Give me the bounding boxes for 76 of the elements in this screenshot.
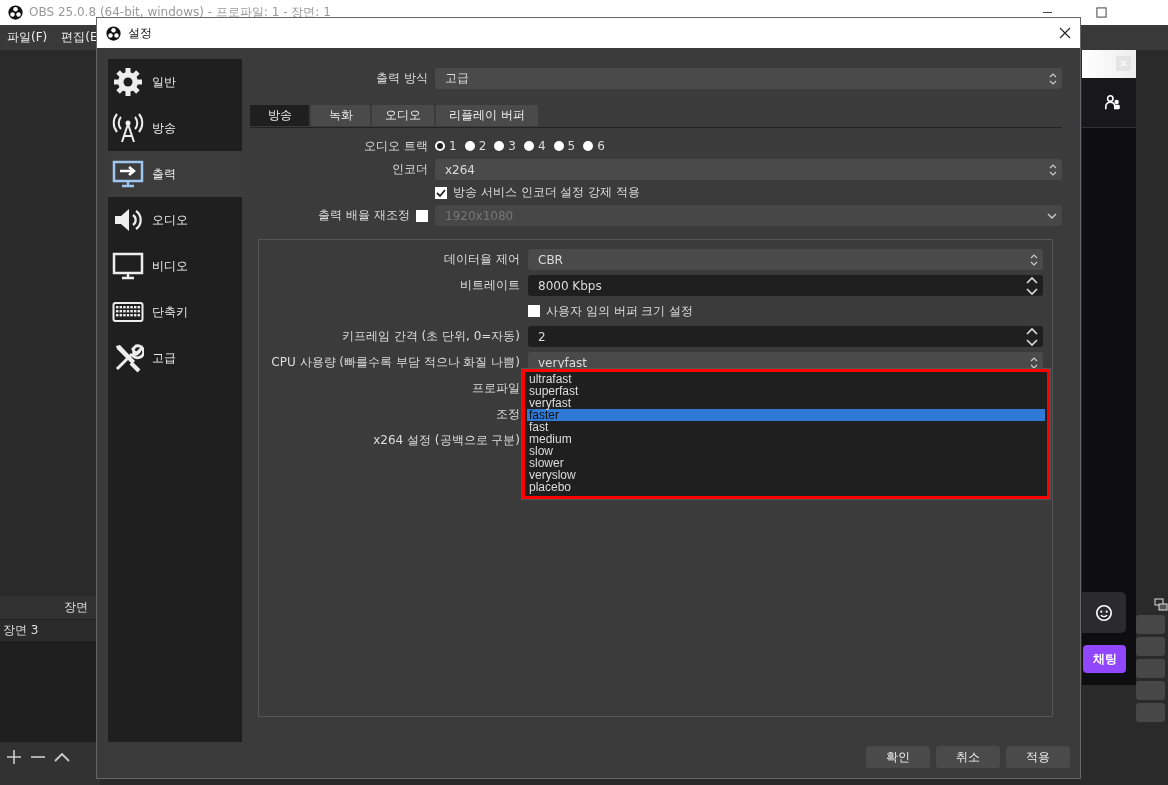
dialog-button[interactable]: 적용 — [1006, 746, 1070, 768]
control-field[interactable] — [1136, 703, 1165, 722]
dropdown-option[interactable]: veryfast — [527, 397, 1045, 409]
dialog-button[interactable]: 확인 — [866, 746, 930, 768]
tab[interactable]: 방송 — [250, 105, 309, 126]
close-icon[interactable] — [1059, 27, 1071, 39]
dropdown-option[interactable]: veryslow — [527, 469, 1045, 481]
stepper-arrows-icon[interactable] — [1025, 325, 1039, 348]
gear-icon — [112, 66, 144, 98]
menu-item[interactable]: 파일(F) — [7, 29, 48, 46]
field-label: 프로파일 — [471, 380, 520, 397]
smiley-icon — [1095, 603, 1113, 622]
control-field[interactable] — [1136, 681, 1165, 700]
maximize-icon[interactable] — [1096, 7, 1107, 18]
control-field[interactable] — [1136, 637, 1165, 656]
sidebar-item[interactable]: 오디오 — [108, 197, 242, 243]
dropdown-option[interactable]: ultrafast — [527, 373, 1045, 385]
obs-logo-icon — [106, 25, 121, 41]
control-field[interactable] — [1136, 659, 1165, 678]
up-down-arrows-icon — [1029, 252, 1039, 267]
menu-item[interactable]: 편집(E — [61, 29, 98, 46]
field-label: CPU 사용량 (빠를수록 부담 적으나 화질 나쁨) — [270, 354, 520, 371]
select-field[interactable]: CBR — [528, 249, 1043, 270]
dropdown-option[interactable]: slower — [527, 457, 1045, 469]
dropdown-option[interactable]: superfast — [527, 385, 1045, 397]
number-field[interactable]: 8000 Kbps — [528, 275, 1043, 296]
sidebar-item[interactable]: 방송 — [108, 105, 242, 151]
checkbox[interactable]: 방송 서비스 인코더 설정 강제 적용 — [435, 184, 641, 201]
chat-button[interactable]: 채팅 — [1083, 645, 1126, 673]
users-icon[interactable] — [1104, 93, 1122, 112]
undock-icon[interactable] — [1154, 598, 1168, 612]
control-field[interactable] — [1136, 615, 1165, 634]
field-label: x264 설정 (공백으로 구분) — [372, 432, 520, 449]
tab[interactable]: 오디오 — [372, 105, 434, 126]
radio-button[interactable]: 5 — [553, 139, 576, 153]
radio-button[interactable]: 1 — [435, 139, 457, 153]
select-field[interactable]: x264 — [435, 159, 1062, 180]
up-down-arrows-icon — [1048, 162, 1058, 177]
field-label: 키프레임 간격 (초 단위, 0=자동) — [340, 328, 520, 345]
obs-logo-icon — [8, 5, 23, 20]
dropdown-option[interactable]: slow — [527, 445, 1045, 457]
add-icon[interactable] — [6, 749, 22, 765]
field-label: 데이터율 제어 — [443, 251, 520, 268]
sidebar-item[interactable]: 비디오 — [108, 243, 242, 289]
radio-button[interactable]: 6 — [583, 139, 605, 153]
dialog-title: 설정 — [128, 24, 152, 42]
field-label: 출력 방식 — [375, 70, 428, 87]
dropdown-option[interactable]: faster — [527, 409, 1045, 421]
field-label: 조정 — [495, 406, 520, 423]
emoji-button[interactable] — [1082, 592, 1126, 633]
radio-button[interactable]: 2 — [464, 139, 487, 153]
sidebar-item[interactable]: 일반 — [108, 59, 242, 105]
monitor-icon — [112, 250, 144, 282]
chevron-down-icon — [1046, 211, 1058, 220]
radio-button[interactable]: 3 — [494, 139, 516, 153]
monitor-arrow-icon — [112, 158, 144, 190]
dialog-button[interactable]: 취소 — [936, 746, 1000, 768]
checkbox[interactable]: 사용자 임의 버퍼 크기 설정 — [528, 302, 694, 320]
sidebar-item[interactable]: 출력 — [108, 151, 242, 197]
antenna-icon — [112, 112, 144, 144]
up-down-arrows-icon — [1048, 71, 1058, 86]
number-field[interactable]: 2 — [528, 326, 1043, 347]
dropdown-option[interactable]: placebo — [527, 481, 1045, 493]
select-field[interactable]: 고급 — [435, 68, 1062, 89]
radio-button[interactable]: 4 — [523, 139, 546, 153]
dropdown-option[interactable]: medium — [527, 433, 1045, 445]
up-down-arrows-icon — [1029, 355, 1039, 370]
sidebar-item[interactable]: 고급 — [108, 335, 242, 381]
tab[interactable]: 녹화 — [311, 105, 370, 126]
tab[interactable]: 리플레이 버퍼 — [436, 105, 538, 126]
field-label: 비트레이트 — [459, 277, 520, 294]
stepper-arrows-icon[interactable] — [1025, 274, 1039, 297]
field-label: 인코더 — [391, 161, 428, 178]
sidebar-item[interactable]: 단축키 — [108, 289, 242, 335]
dropdown-option[interactable]: fast — [527, 421, 1045, 433]
field-label: 오디오 트랙 — [363, 137, 428, 155]
